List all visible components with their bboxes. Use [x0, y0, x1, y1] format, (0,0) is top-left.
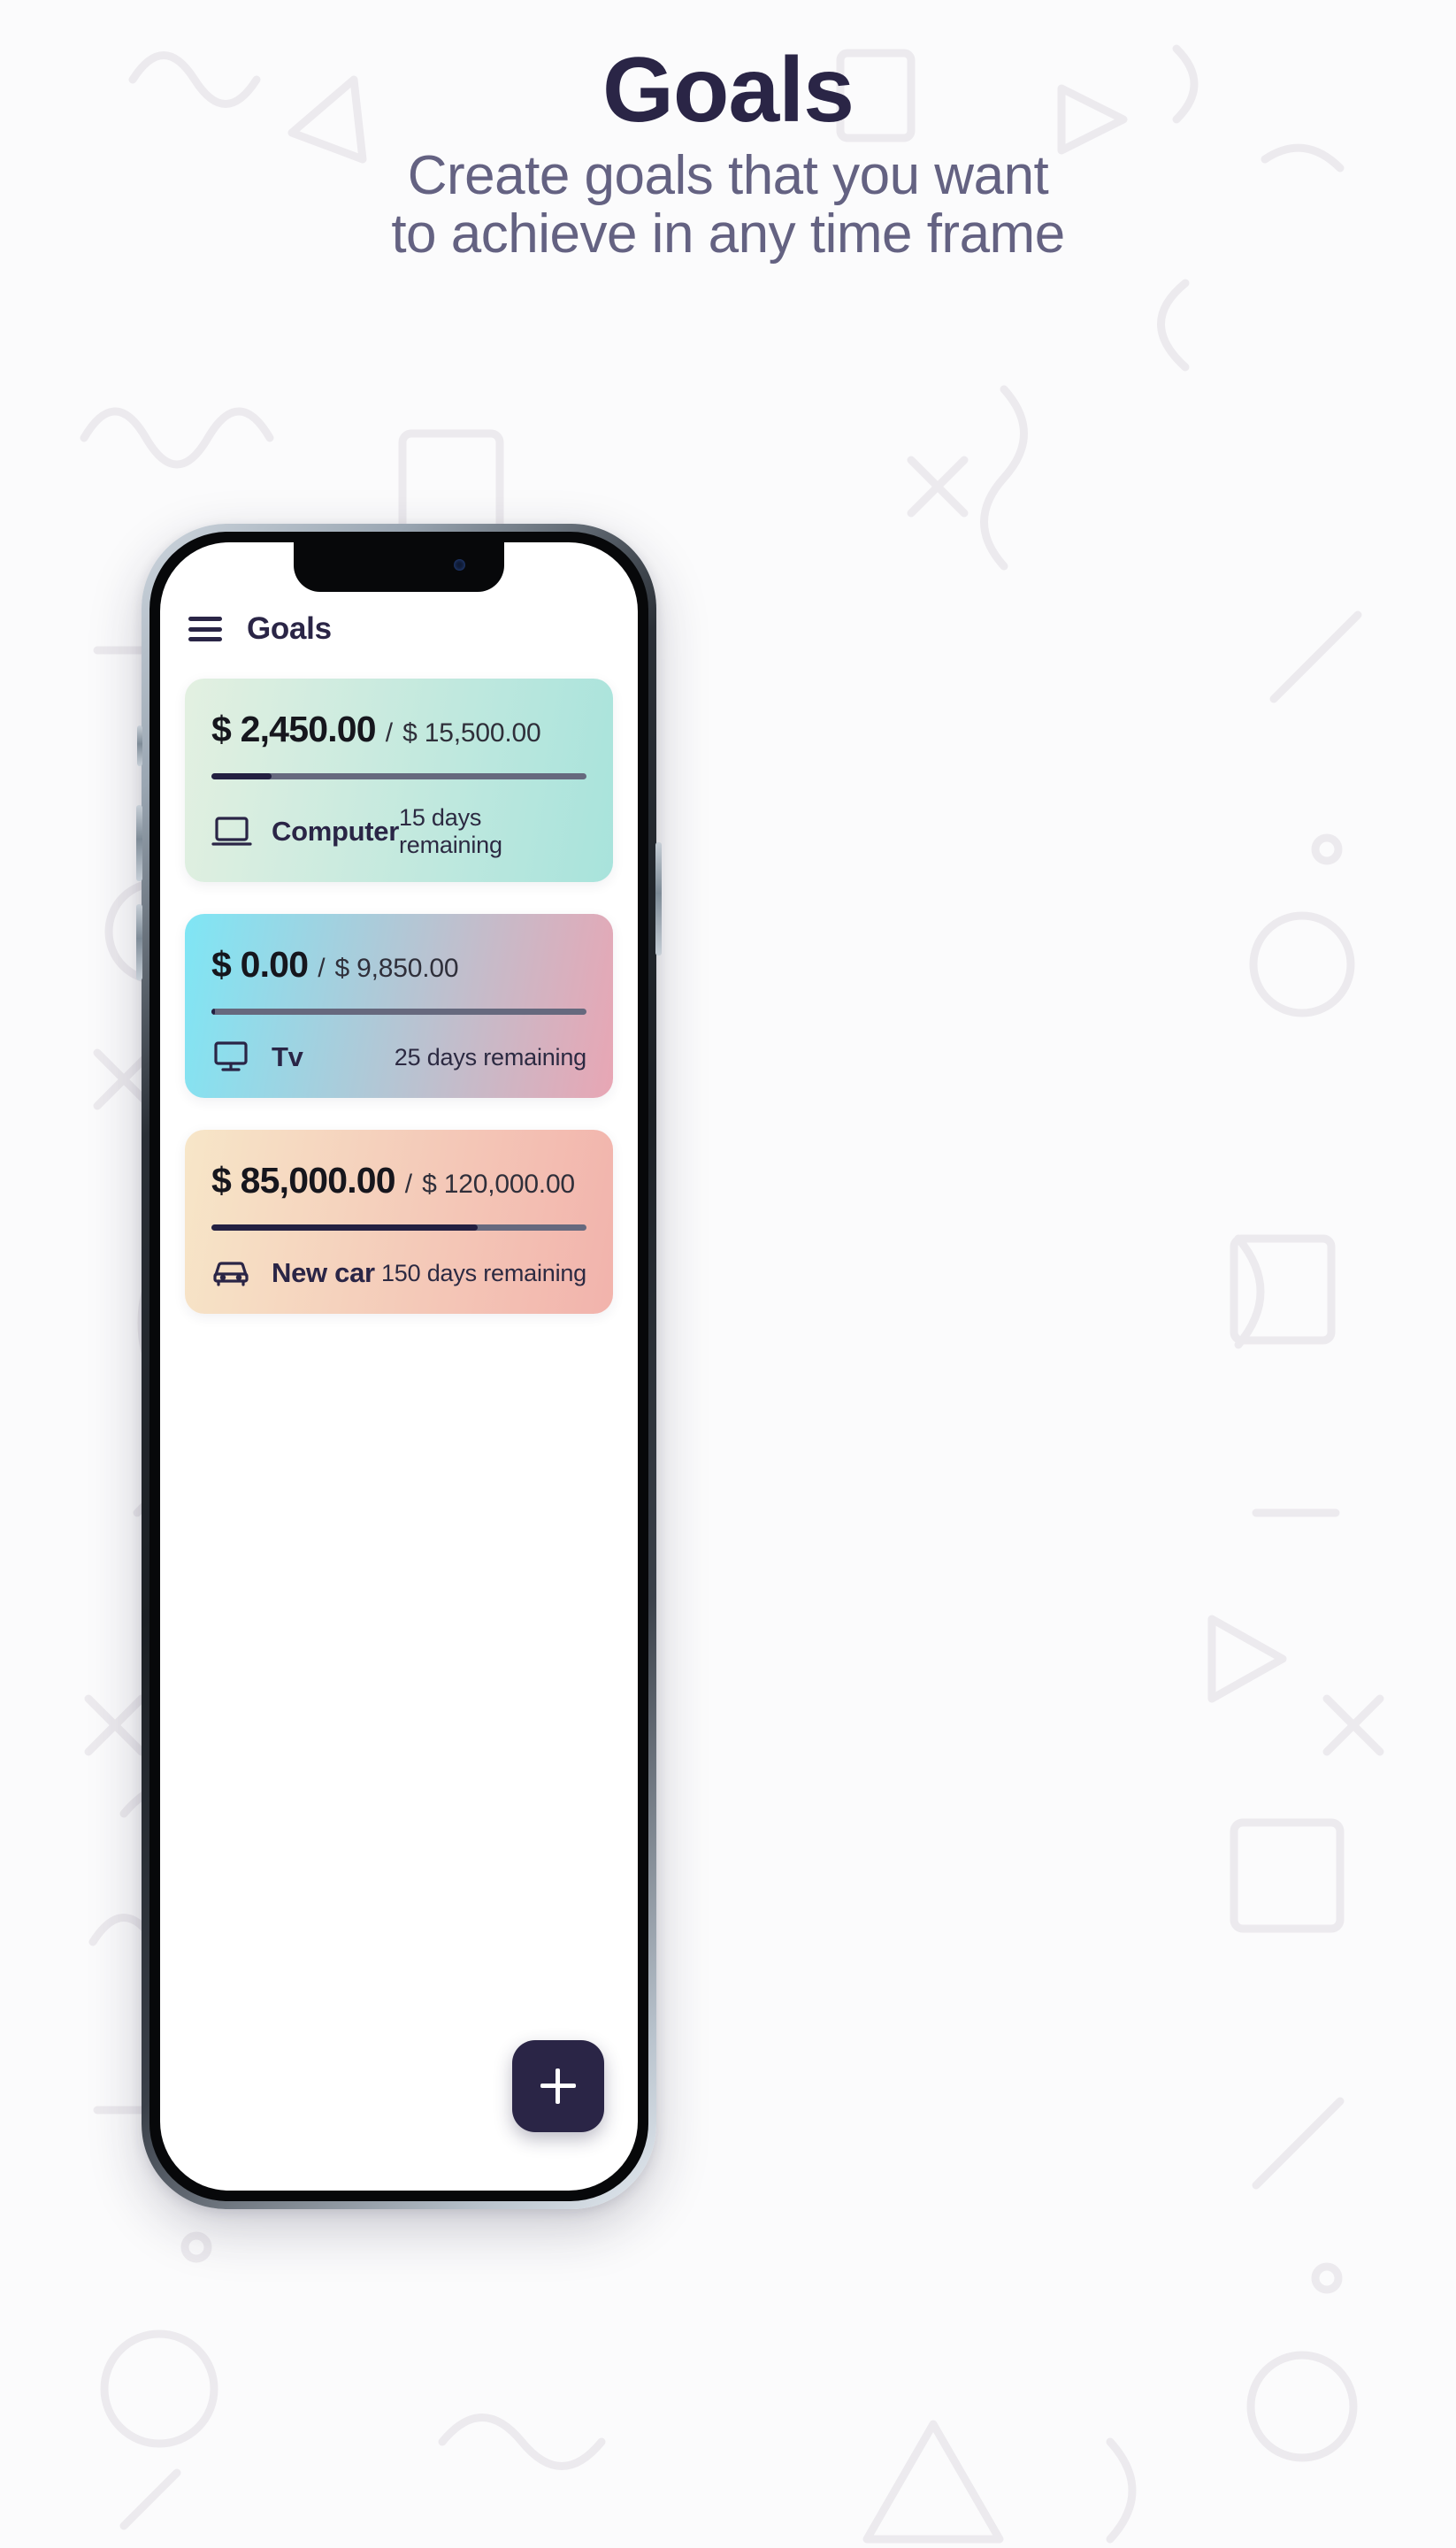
goal-card[interactable]: $ 85,000.00 / $ 120,000.00 New car 150 d… — [185, 1130, 613, 1314]
goal-meta-row: New car 150 days remaining — [211, 1255, 586, 1291]
phone-mockup: Goals $ 2,450.00 / $ 15,500.00 Computer … — [136, 524, 662, 2209]
front-camera-icon — [454, 559, 465, 571]
volume-up-button[interactable] — [136, 805, 142, 881]
plus-icon — [540, 2068, 576, 2104]
car-icon — [211, 1255, 252, 1291]
page-subtitle-line-2: to achieve in any time frame — [391, 203, 1065, 265]
goal-amount-row: $ 2,450.00 / $ 15,500.00 — [211, 709, 586, 750]
goal-meta-row: Tv 25 days remaining — [211, 1040, 586, 1075]
add-goal-button[interactable] — [512, 2040, 604, 2132]
hamburger-line-1 — [188, 617, 222, 621]
goal-days-remaining: 25 days remaining — [394, 1043, 586, 1071]
goal-target-amount: $ 120,000.00 — [422, 1170, 575, 1199]
goal-card[interactable]: $ 2,450.00 / $ 15,500.00 Computer 15 day… — [185, 679, 613, 882]
goal-progress-bar — [211, 773, 586, 779]
power-button[interactable] — [655, 842, 662, 956]
silent-switch[interactable] — [137, 725, 142, 766]
goal-progress-fill — [211, 773, 272, 779]
goal-amount-row: $ 0.00 / $ 9,850.00 — [211, 944, 586, 986]
volume-down-button[interactable] — [136, 904, 142, 980]
goal-meta-row: Computer 15 days remaining — [211, 804, 586, 859]
goal-label: New car — [272, 1257, 375, 1288]
goal-list: $ 2,450.00 / $ 15,500.00 Computer 15 day… — [160, 647, 638, 1314]
goal-progress-bar — [211, 1009, 586, 1015]
goal-current-amount: $ 2,450.00 — [211, 709, 377, 749]
hamburger-line-2 — [188, 626, 222, 632]
monitor-icon — [211, 1040, 252, 1075]
phone-notch — [294, 542, 504, 592]
goal-amount-separator: / — [404, 1170, 413, 1199]
hamburger-menu-icon[interactable] — [188, 617, 222, 641]
goal-amount-separator: / — [318, 954, 326, 983]
goal-target-amount: $ 9,850.00 — [334, 954, 459, 983]
goal-amount-row: $ 85,000.00 / $ 120,000.00 — [211, 1160, 586, 1201]
goal-current-amount: $ 0.00 — [211, 944, 309, 985]
goal-card[interactable]: $ 0.00 / $ 9,850.00 Tv 25 days remaining — [185, 914, 613, 1098]
laptop-icon — [211, 814, 252, 849]
hamburger-line-3 — [188, 637, 222, 641]
page-subtitle-line-1: Create goals that you want — [407, 145, 1049, 207]
goal-progress-fill — [211, 1009, 216, 1015]
phone-screen: Goals $ 2,450.00 / $ 15,500.00 Computer … — [160, 542, 638, 2191]
goal-progress-fill — [211, 1224, 479, 1231]
app-bar-title: Goals — [247, 611, 332, 646]
goal-progress-bar — [211, 1224, 586, 1231]
page-subtitle: Create goals that you want to achieve in… — [0, 147, 1456, 263]
goal-current-amount: $ 85,000.00 — [211, 1160, 396, 1201]
goal-days-remaining: 150 days remaining — [380, 1259, 586, 1286]
goal-days-remaining: 15 days remaining — [399, 804, 502, 858]
goal-label: Computer — [272, 816, 399, 847]
phone-bezel: Goals $ 2,450.00 / $ 15,500.00 Computer … — [149, 532, 648, 2201]
page-title: Goals — [602, 39, 854, 142]
headline-block: Goals Create goals that you want to achi… — [0, 0, 1456, 264]
goal-label: Tv — [272, 1041, 303, 1072]
goal-amount-separator: / — [385, 718, 394, 748]
goal-target-amount: $ 15,500.00 — [402, 718, 541, 748]
